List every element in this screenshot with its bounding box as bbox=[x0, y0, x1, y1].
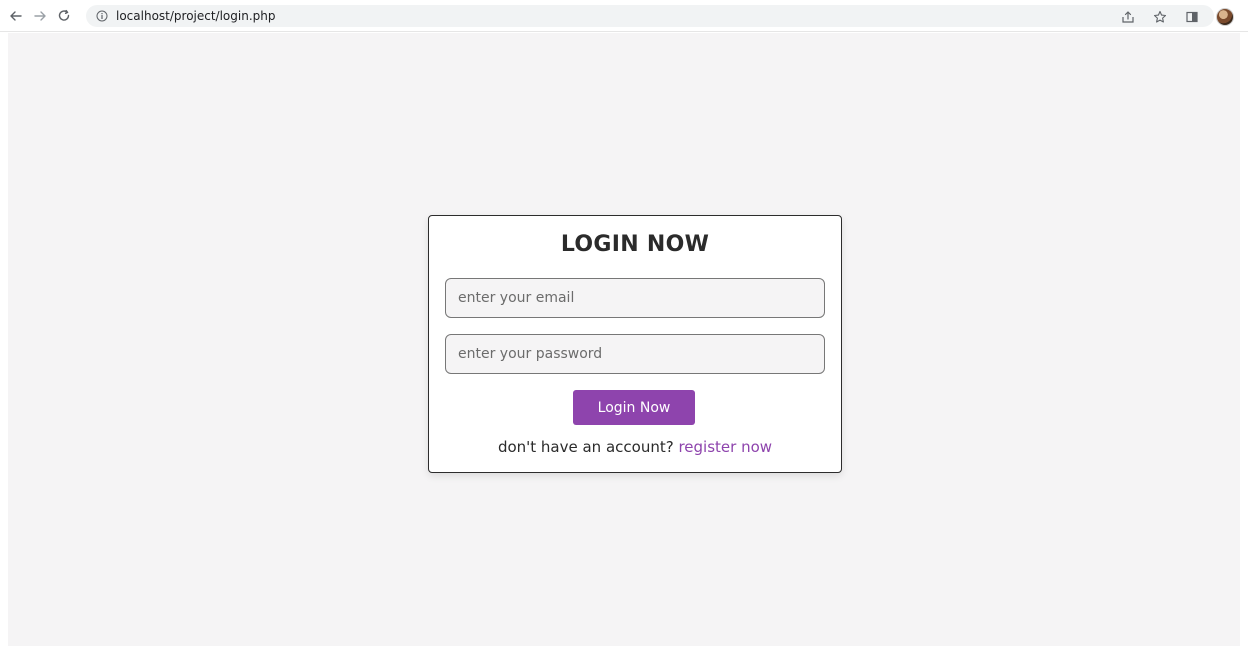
info-icon[interactable] bbox=[96, 10, 108, 22]
address-bar[interactable]: localhost/project/login.php bbox=[86, 5, 1214, 27]
login-card: LOGIN NOW Login Now don't have an accoun… bbox=[428, 215, 842, 473]
address-url: localhost/project/login.php bbox=[116, 9, 276, 23]
side-panel-icon[interactable] bbox=[1184, 9, 1200, 25]
back-arrow-icon[interactable] bbox=[8, 8, 24, 24]
register-prompt-text: don't have an account? bbox=[497, 438, 674, 456]
star-icon[interactable] bbox=[1152, 9, 1168, 25]
reload-icon[interactable] bbox=[56, 8, 72, 24]
password-field[interactable] bbox=[445, 334, 825, 374]
login-button[interactable]: Login Now bbox=[573, 390, 695, 425]
page-title: LOGIN NOW bbox=[560, 232, 710, 257]
share-icon[interactable] bbox=[1120, 9, 1136, 25]
page-content: LOGIN NOW Login Now don't have an accoun… bbox=[8, 33, 1240, 646]
avatar[interactable] bbox=[1216, 8, 1234, 26]
register-link[interactable]: register now bbox=[678, 438, 772, 456]
browser-actions bbox=[1120, 8, 1234, 26]
browser-toolbar: localhost/project/login.php bbox=[0, 0, 1248, 32]
email-field[interactable] bbox=[445, 278, 825, 318]
forward-arrow-icon[interactable] bbox=[32, 8, 48, 24]
register-prompt: don't have an account? register now bbox=[429, 438, 841, 456]
